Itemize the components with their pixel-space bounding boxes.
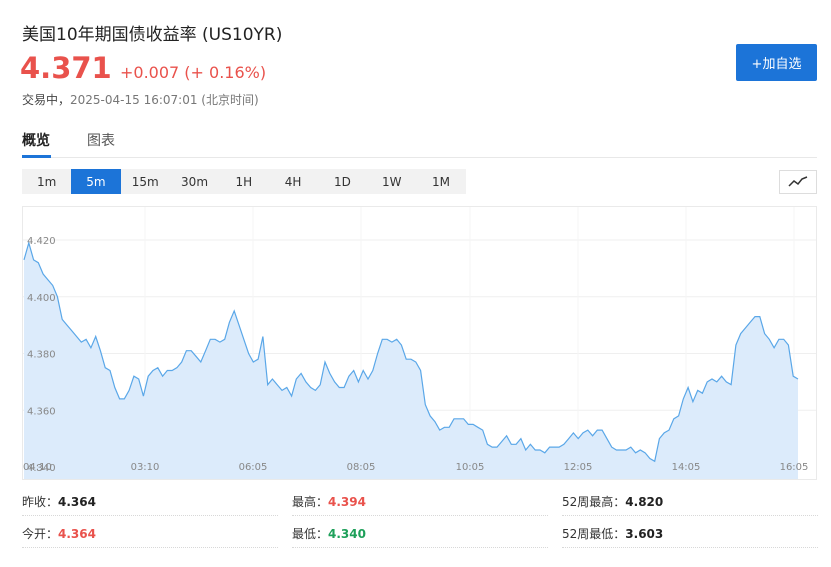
x-tick-label: 10:05 [456,462,485,473]
period-4h[interactable]: 4H [268,169,317,194]
stat-label: 昨收： [22,495,59,509]
y-tick-label: 4.380 [27,350,56,361]
period-30m[interactable]: 30m [170,169,219,194]
period-1h[interactable]: 1H [219,169,268,194]
stat-value: 4.364 [58,526,96,541]
current-price: 4.371 [20,51,112,85]
stat-value: 4.820 [625,494,664,509]
page-title: 美国10年期国债收益率 (US10YR) [22,25,283,45]
x-tick-label: 12:05 [564,462,593,473]
series-area [24,242,798,479]
x-tick-label: 16:05 [780,462,809,473]
stat-52w-high: 52周最高： 4.820 [562,488,818,516]
stat-value: 3.603 [625,526,664,541]
y-tick-label: 4.400 [27,293,56,304]
chart-type-button[interactable] [779,170,817,194]
period-1mo[interactable]: 1M [416,169,465,194]
stat-value: 4.364 [58,494,96,509]
x-tick-label: 14:05 [672,462,701,473]
tab-overview[interactable]: 概览 [22,130,50,150]
stat-value: 4.340 [328,526,366,541]
x-tick-label: 06:05 [239,462,268,473]
period-1w[interactable]: 1W [367,169,416,194]
add-watchlist-button[interactable]: +加自选 [736,44,817,81]
x-tick-label: 03:10 [131,462,160,473]
stat-open: 今开： 4.364 [22,520,278,548]
period-15m[interactable]: 15m [121,169,170,194]
status-time: 2025-04-15 16:07:01 (北京时间) [70,93,259,107]
status-prefix: 交易中， [22,93,71,107]
intraday-chart: 4.420 4.400 4.380 4.360 4.340 04:10 03:10 06:05… [22,206,817,480]
x-tick-label: 08:05 [347,462,376,473]
tab-chart[interactable]: 图表 [87,130,115,150]
period-5m[interactable]: 5m [71,169,121,194]
stat-label: 最低： [292,527,329,541]
stat-label: 52周最低： [562,527,626,541]
stat-high: 最高： 4.394 [292,488,548,516]
stat-label: 最高： [292,495,329,509]
stat-label: 52周最高： [562,495,626,509]
x-tick-label: 04:10 [23,462,52,473]
active-tab-indicator [22,155,51,158]
stat-52w-low: 52周最低： 3.603 [562,520,818,548]
period-selector: 1m 5m 15m 30m 1H 4H 1D 1W 1M [22,169,466,194]
tab-bar: 概览 图表 [22,126,817,158]
price-change: +0.007 (+ 0.16%) [120,63,267,82]
line-chart-icon [788,176,808,187]
y-tick-label: 4.360 [27,406,56,417]
stat-low: 最低： 4.340 [292,520,548,548]
period-1m[interactable]: 1m [22,169,71,194]
chart-canvas: 4.4204.4004.3804.3604.34004:10 03:10 06:05… [23,207,816,479]
stat-prev-close: 昨收： 4.364 [22,488,278,516]
stat-value: 4.394 [328,494,366,509]
y-tick-label: 4.420 [27,236,56,247]
stat-label: 今开： [22,527,59,541]
period-1d[interactable]: 1D [318,169,367,194]
trading-status: 交易中，2025-04-15 16:07:01 (北京时间) [22,91,259,108]
